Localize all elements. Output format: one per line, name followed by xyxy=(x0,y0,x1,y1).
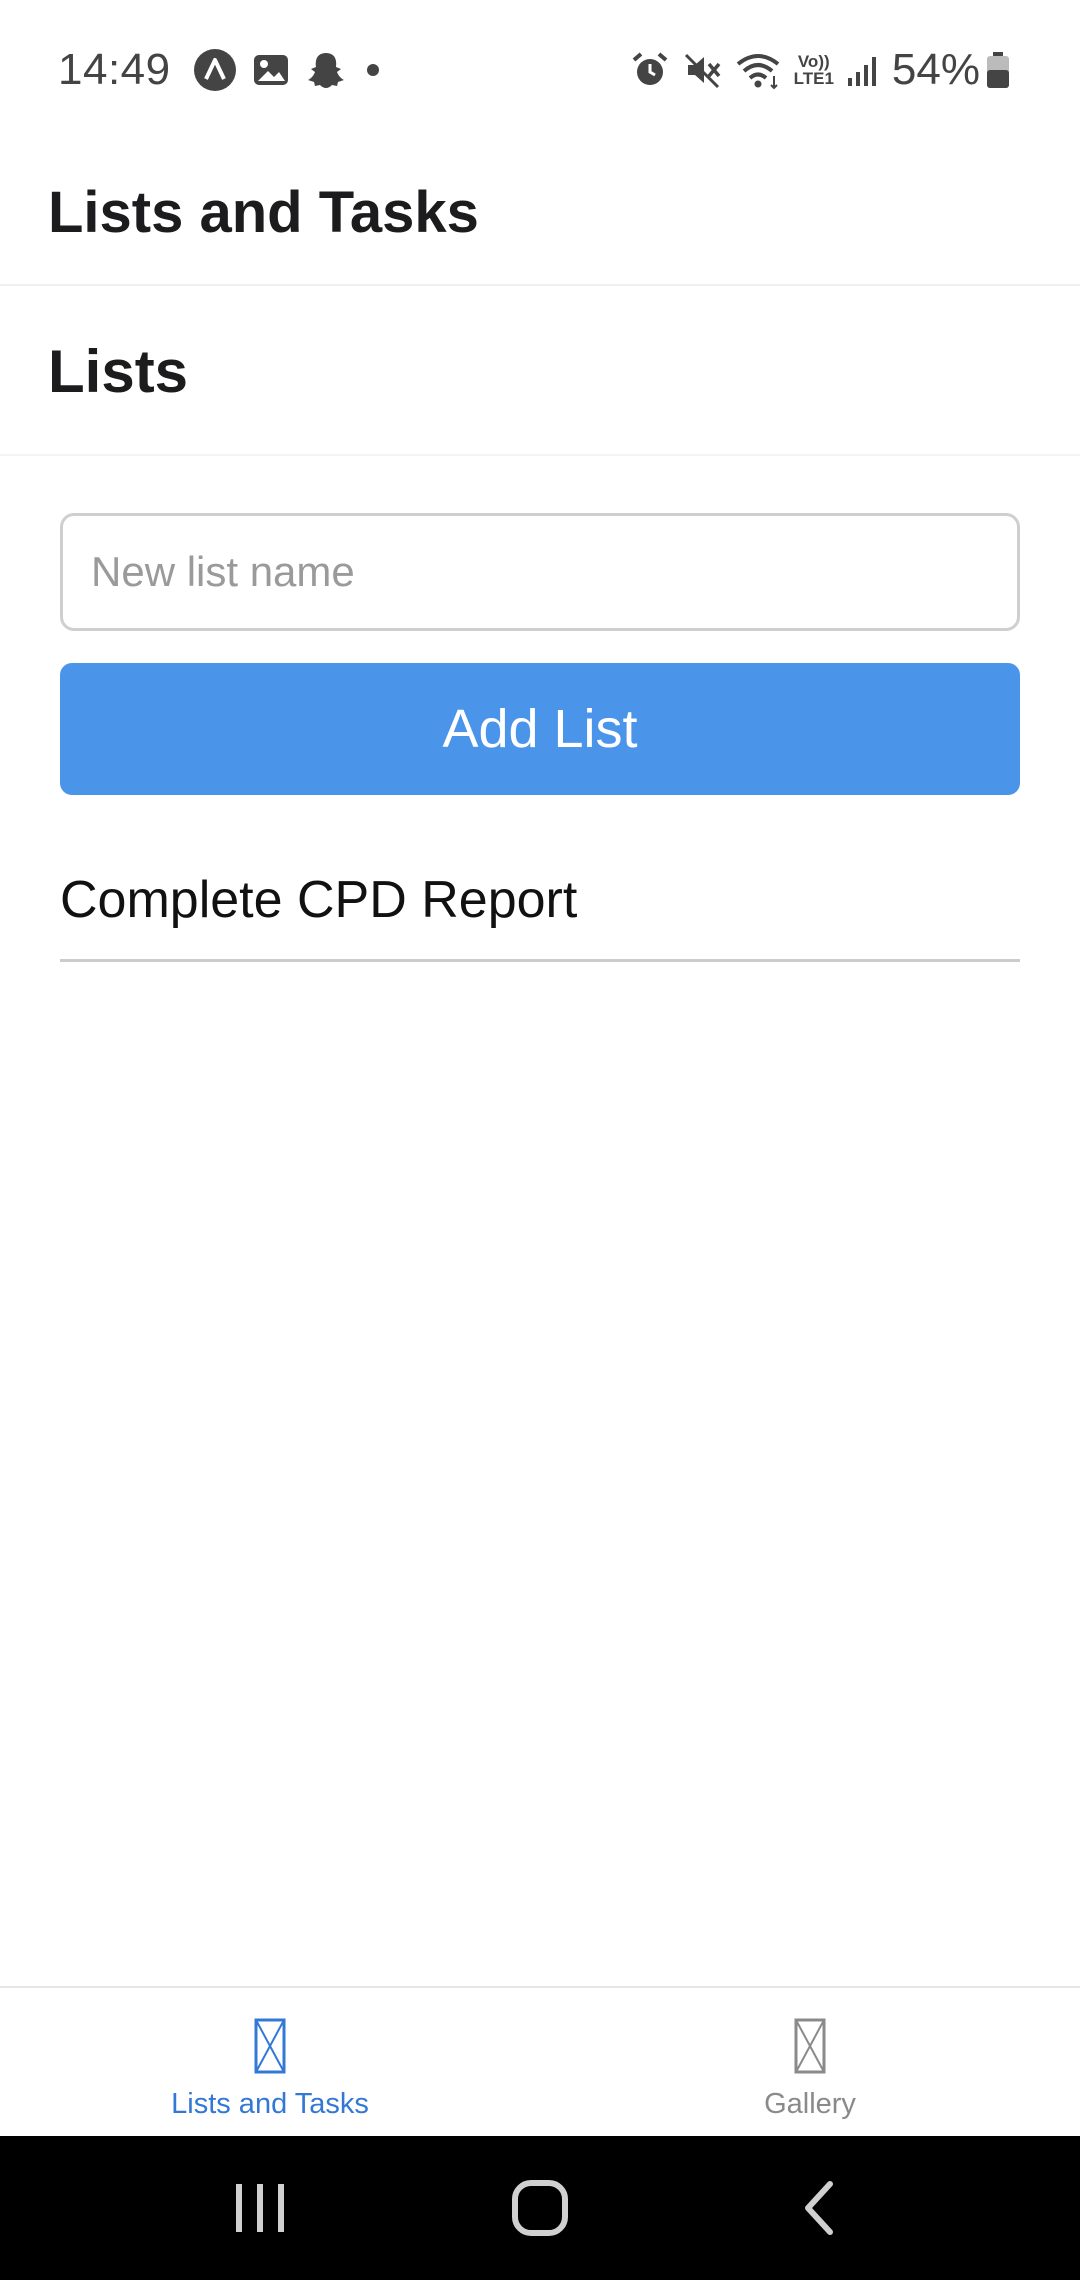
system-navigation-bar xyxy=(0,2136,1080,2280)
navigation-app-icon xyxy=(193,48,237,92)
status-bar: 14:49 Vo)) LTE1 54% xyxy=(0,0,1080,140)
recent-apps-button[interactable] xyxy=(200,2158,320,2258)
tab-gallery[interactable]: Gallery xyxy=(540,1988,1080,2138)
lists-container: Complete CPD Report xyxy=(60,840,1020,962)
bottom-tab-bar: Lists and Tasks Gallery xyxy=(0,1986,1080,2136)
section-title: Lists xyxy=(48,337,189,405)
tab-label: Gallery xyxy=(764,2088,856,2120)
battery-icon xyxy=(986,51,1010,89)
battery-percentage: 54% xyxy=(891,45,980,94)
missing-glyph-icon xyxy=(794,2018,826,2074)
status-time: 14:49 xyxy=(58,45,171,94)
page-title: Lists and Tasks xyxy=(48,179,479,245)
app-screen: 14:49 Vo)) LTE1 54% Lists and Tasks List… xyxy=(0,0,1080,2280)
wifi-icon xyxy=(734,50,782,90)
new-list-name-input[interactable] xyxy=(60,513,1020,631)
list-item-label: Complete CPD Report xyxy=(60,870,578,929)
volte-bottom-label: LTE1 xyxy=(793,69,834,88)
gallery-notification-icon xyxy=(251,50,291,90)
alarm-icon xyxy=(630,50,670,90)
app-header: Lists and Tasks xyxy=(0,140,1080,286)
lists-section-header: Lists xyxy=(0,288,1080,456)
missing-glyph-icon xyxy=(254,2018,286,2074)
more-notifications-dot-icon xyxy=(361,58,385,82)
tab-label: Lists and Tasks xyxy=(171,2088,369,2120)
add-list-button[interactable]: Add List xyxy=(60,663,1020,795)
recent-apps-icon xyxy=(236,2184,284,2232)
back-icon xyxy=(805,2181,833,2235)
mute-icon xyxy=(682,50,722,90)
signal-icon xyxy=(846,52,880,88)
volte-icon: Vo)) LTE1 xyxy=(794,53,834,87)
home-icon xyxy=(512,2180,568,2236)
tab-lists-and-tasks[interactable]: Lists and Tasks xyxy=(0,1988,540,2138)
back-button[interactable] xyxy=(760,2158,880,2258)
snapchat-icon xyxy=(305,49,347,91)
home-button[interactable] xyxy=(480,2158,600,2258)
list-item[interactable]: Complete CPD Report xyxy=(60,840,1020,962)
status-bar-left: 14:49 xyxy=(58,45,399,95)
status-bar-right: Vo)) LTE1 54% xyxy=(630,45,1022,95)
